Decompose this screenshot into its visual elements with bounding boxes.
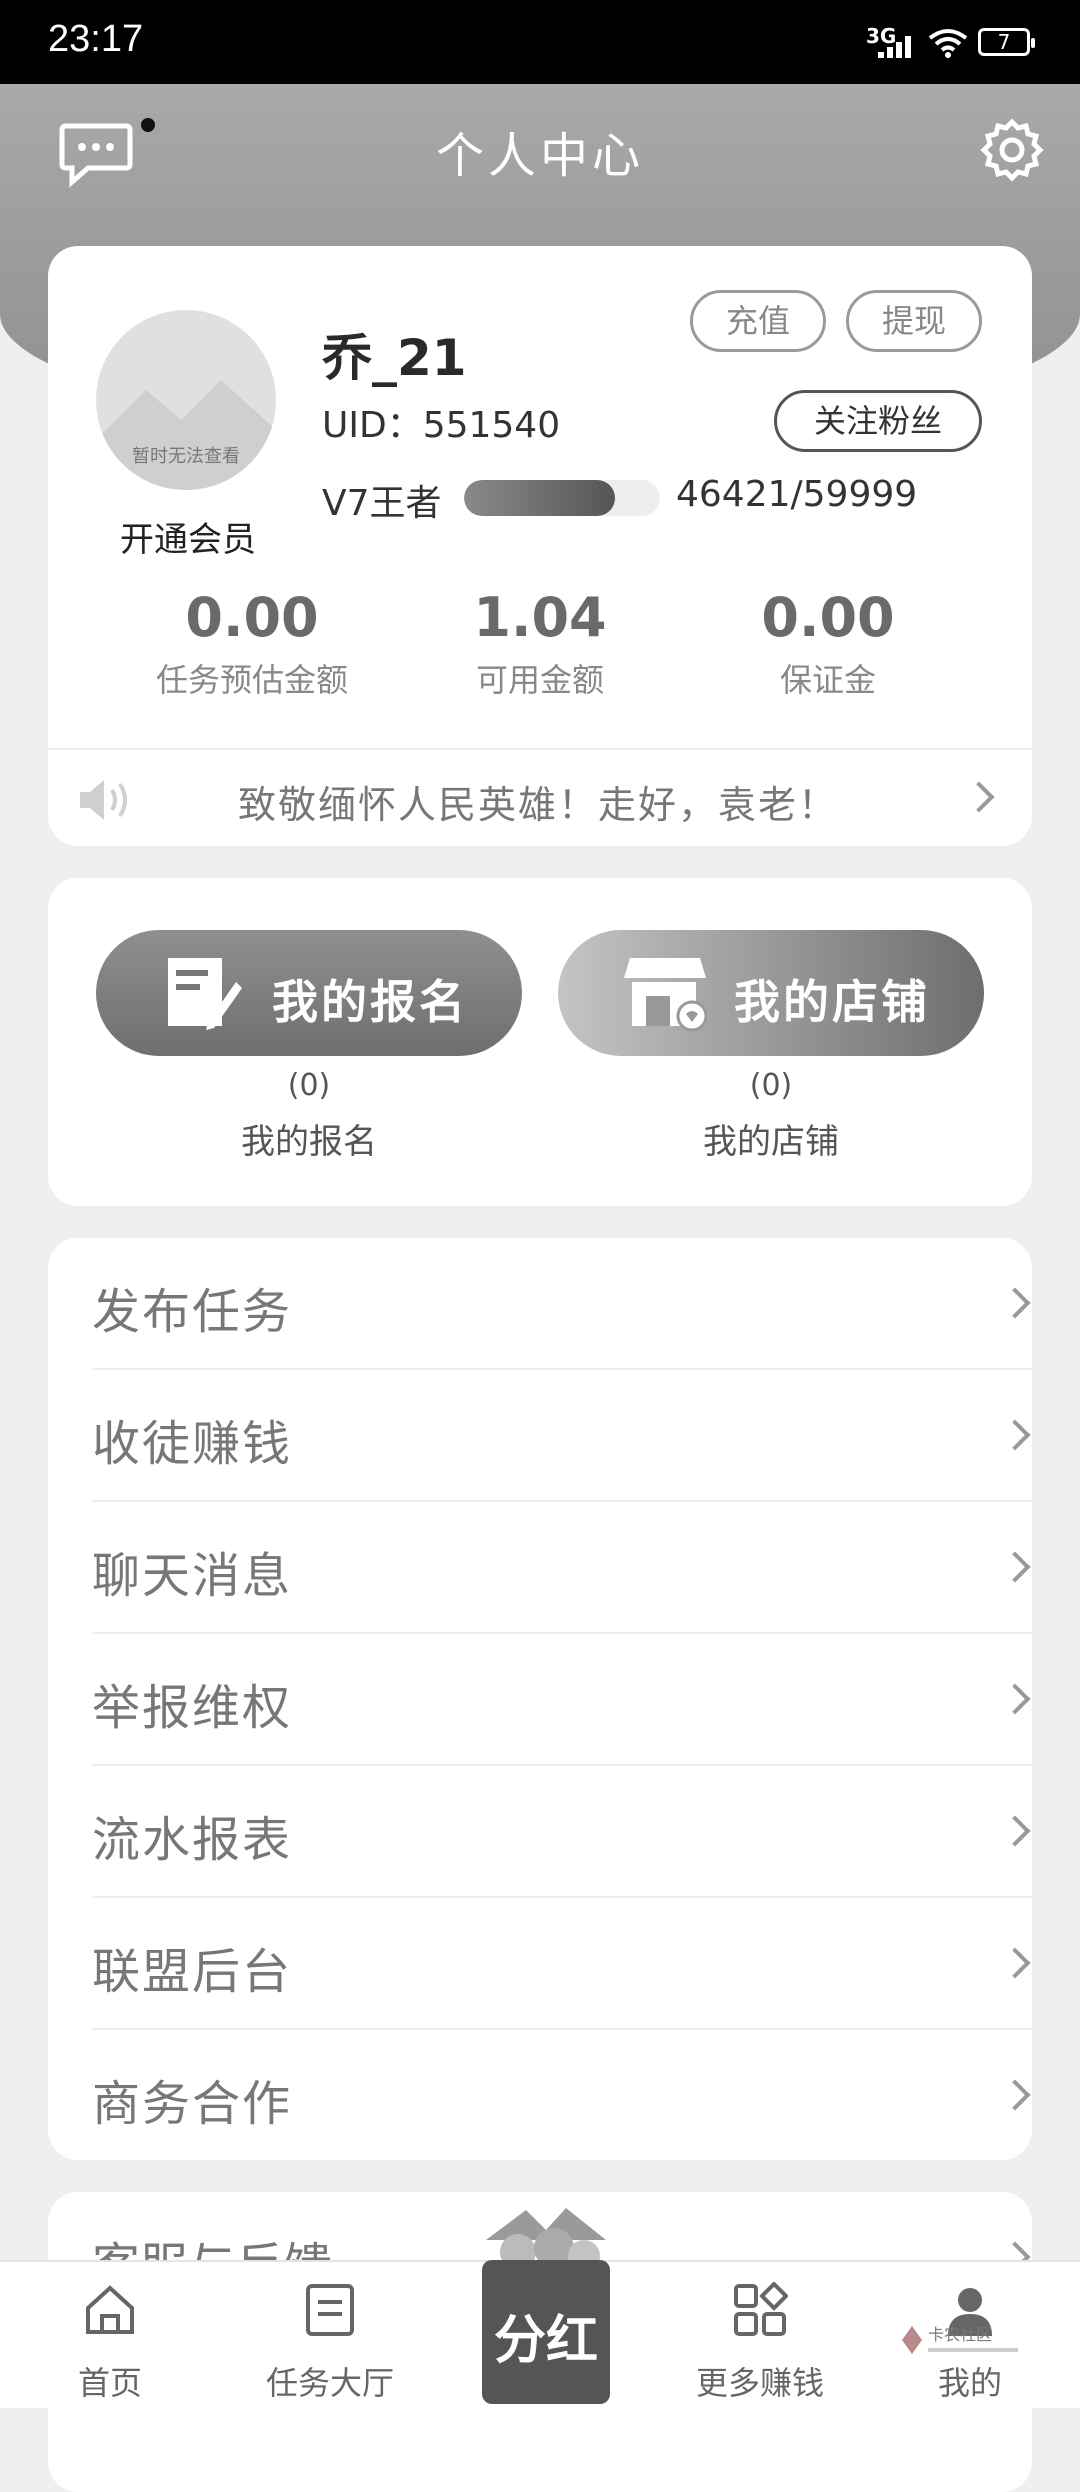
my-signup-label: 我的报名 — [272, 975, 468, 1029]
chevron-right-icon — [963, 781, 995, 813]
menu-item-label: 商务合作 — [92, 2076, 293, 2132]
open-vip-link[interactable]: 开通会员 — [88, 512, 288, 561]
menu-item-report[interactable]: 举报维权 — [92, 1634, 1032, 1766]
menu-item-label: 联盟后台 — [92, 1944, 293, 2000]
shop-caption: 我的店铺 — [703, 1122, 839, 1162]
level-name: V7王者 — [322, 483, 442, 524]
red-envelope-icon: 分红 — [482, 2208, 610, 2404]
svg-text:卡农社区: 卡农社区 — [928, 2325, 992, 2344]
battery-icon: 7 — [978, 28, 1035, 56]
follow-fans-button[interactable]: 关注粉丝 — [774, 390, 982, 452]
menu-item-label: 发布任务 — [92, 1284, 293, 1340]
recharge-button[interactable]: 充值 — [690, 290, 826, 352]
chevron-right-icon — [999, 1419, 1031, 1451]
profile-card: 暂时无法查看 开通会员 乔_21 UID：551540 V7王者 46421/5… — [48, 246, 1032, 846]
stat-deposit[interactable]: 0.00 保证金 — [698, 586, 958, 701]
stat-value: 1.04 — [473, 586, 607, 649]
apps-grid-icon — [734, 2282, 788, 2336]
status-bar: 23:17 3G 7 — [0, 0, 1080, 84]
chevron-right-icon — [999, 1683, 1031, 1715]
menu-item-label: 流水报表 — [92, 1812, 293, 1868]
speaker-icon — [80, 780, 127, 820]
gear-icon[interactable] — [980, 118, 1044, 182]
stat-available-amount[interactable]: 1.04 可用金额 — [410, 586, 670, 701]
tab-home[interactable]: 首页 — [20, 2262, 200, 2410]
username: 乔_21 — [322, 329, 467, 387]
actions-card: 我的报名 (0) 我的报名 我的店铺 (0) 我的店铺 — [48, 878, 1032, 1206]
chevron-right-icon — [999, 2079, 1031, 2111]
signup-count: (0) — [287, 1068, 331, 1103]
my-signup-button[interactable]: 我的报名 — [96, 930, 522, 1056]
shop-icon — [624, 958, 708, 1032]
chevron-right-icon — [999, 1947, 1031, 1979]
stat-estimated-amount[interactable]: 0.00 任务预估金额 — [122, 586, 382, 701]
menu-item-label: 收徒赚钱 — [92, 1416, 293, 1472]
tab-label: 更多赚钱 — [695, 2364, 824, 2402]
stat-label: 任务预估金额 — [155, 661, 348, 699]
notice-text: 致敬缅怀人民英雄！走好，袁老！ — [237, 783, 838, 827]
bonus-center-button[interactable]: 分红 — [466, 2200, 626, 2408]
signup-caption: 我的报名 — [241, 1122, 377, 1162]
shop-count: (0) — [749, 1068, 793, 1103]
chevron-right-icon — [999, 1551, 1031, 1583]
chevron-right-icon — [999, 1815, 1031, 1847]
list-document-icon — [306, 2284, 354, 2336]
user-id: UID：551540 — [322, 405, 561, 446]
my-shop-label: 我的店铺 — [734, 975, 930, 1029]
menu-item-publish-task[interactable]: 发布任务 — [92, 1238, 1032, 1370]
menu-item-business[interactable]: 商务合作 — [92, 2030, 1032, 2162]
watermark-logo: 卡农社区 — [902, 2325, 1018, 2354]
tab-label: 我的 — [937, 2364, 1002, 2402]
menu-item-chat[interactable]: 聊天消息 — [92, 1502, 1032, 1634]
tab-label: 首页 — [77, 2364, 142, 2402]
bonus-label: 分红 — [494, 2311, 598, 2371]
stat-label: 保证金 — [779, 661, 876, 699]
avatar-caption: 暂时无法查看 — [132, 446, 240, 467]
level-progress-bar — [464, 480, 660, 516]
edit-document-icon — [168, 958, 242, 1030]
tab-more-earn[interactable]: 更多赚钱 — [670, 2262, 850, 2410]
menu-item-alliance[interactable]: 联盟后台 — [92, 1898, 1032, 2030]
signal-icon — [878, 36, 918, 58]
stat-label: 可用金额 — [475, 661, 604, 699]
stat-value: 0.00 — [185, 586, 319, 649]
level-points: 46421/59999 — [676, 474, 918, 515]
menu-item-statement[interactable]: 流水报表 — [92, 1766, 1032, 1898]
wifi-icon — [928, 29, 968, 58]
status-time: 23:17 — [48, 18, 144, 60]
stat-value: 0.00 — [761, 586, 895, 649]
chevron-right-icon — [999, 1287, 1031, 1319]
menu-item-label: 聊天消息 — [92, 1548, 293, 1604]
my-shop-button[interactable]: 我的店铺 — [558, 930, 984, 1056]
avatar[interactable]: 暂时无法查看 — [96, 310, 276, 490]
tab-tasks[interactable]: 任务大厅 — [240, 2262, 420, 2410]
home-icon — [86, 2285, 134, 2334]
page-title: 个人中心 — [435, 128, 644, 184]
withdraw-button[interactable]: 提现 — [846, 290, 982, 352]
level-progress-fill — [464, 480, 615, 516]
menu-list: 发布任务 收徒赚钱 聊天消息 举报维权 流水报表 联盟后台 商务合作 — [48, 1238, 1032, 2160]
tab-label: 任务大厅 — [265, 2364, 394, 2402]
notice-bar[interactable]: 致敬缅怀人民英雄！走好，袁老！ — [48, 748, 1032, 846]
menu-item-recruit[interactable]: 收徒赚钱 — [92, 1370, 1032, 1502]
menu-item-label: 举报维权 — [92, 1680, 293, 1736]
